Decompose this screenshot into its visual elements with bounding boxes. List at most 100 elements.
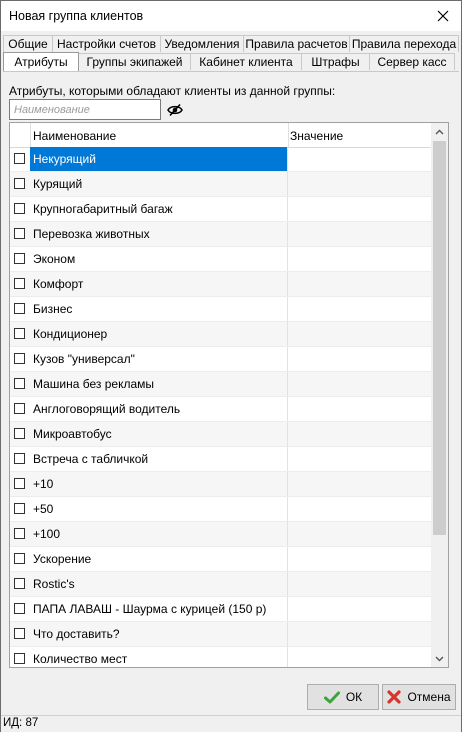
table-row[interactable]: Крупногабаритный багаж [10, 197, 432, 222]
column-divider[interactable] [288, 123, 289, 147]
row-checkbox[interactable] [14, 403, 25, 414]
row-value[interactable] [289, 272, 432, 296]
table-row[interactable]: Перевозка животных [10, 222, 432, 247]
tab-crew-groups[interactable]: Группы экипажей [78, 53, 191, 70]
table-row[interactable]: Эконом [10, 247, 432, 272]
row-value[interactable] [289, 572, 432, 596]
table-row[interactable]: Микроавтобус [10, 422, 432, 447]
row-value[interactable] [289, 247, 432, 271]
scroll-up-button[interactable] [431, 123, 448, 140]
row-name[interactable]: Перевозка животных [30, 222, 288, 246]
table-row[interactable]: Встреча с табличкой [10, 447, 432, 472]
table-row[interactable]: Комфорт [10, 272, 432, 297]
table-row[interactable]: +10 [10, 472, 432, 497]
close-button[interactable] [429, 3, 457, 29]
tab-notifications[interactable]: Уведомления [160, 35, 244, 52]
row-value[interactable] [289, 322, 432, 346]
scrollbar-thumb[interactable] [433, 141, 446, 535]
table-row[interactable]: Что доставить? [10, 622, 432, 647]
tab-fines[interactable]: Штрафы [301, 53, 370, 70]
tab-calc-rules[interactable]: Правила расчетов [243, 35, 350, 52]
row-name[interactable]: Микроавтобус [30, 422, 288, 446]
cancel-button[interactable]: Отмена [382, 684, 456, 710]
row-checkbox[interactable] [14, 353, 25, 364]
row-checkbox[interactable] [14, 653, 25, 664]
row-name[interactable]: +10 [30, 472, 288, 496]
row-value[interactable] [289, 422, 432, 446]
row-value[interactable] [289, 522, 432, 546]
row-value[interactable] [289, 622, 432, 646]
row-name[interactable]: +100 [30, 522, 288, 546]
row-name[interactable]: Курящий [30, 172, 288, 196]
row-name[interactable]: ПАПА ЛАВАШ - Шаурма с курицей (150 р) [30, 597, 288, 621]
table-row[interactable]: ПАПА ЛАВАШ - Шаурма с курицей (150 р) [10, 597, 432, 622]
row-checkbox[interactable] [14, 178, 25, 189]
row-checkbox[interactable] [14, 503, 25, 514]
show-hidden-toggle[interactable] [165, 100, 185, 120]
ok-button[interactable]: ОК [307, 684, 379, 710]
table-row[interactable]: Количество мест [10, 647, 432, 667]
table-row[interactable]: +50 [10, 497, 432, 522]
row-name[interactable]: Крупногабаритный багаж [30, 197, 288, 221]
row-checkbox[interactable] [14, 628, 25, 639]
table-row[interactable]: Англоговорящий водитель [10, 397, 432, 422]
row-value[interactable] [289, 497, 432, 521]
scroll-down-button[interactable] [431, 650, 448, 667]
row-value[interactable] [289, 147, 432, 171]
row-name[interactable]: Встреча с табличкой [30, 447, 288, 471]
tab-transition-rules[interactable]: Правила перехода [349, 35, 459, 52]
row-name[interactable]: Эконом [30, 247, 288, 271]
table-row[interactable]: Ускорение [10, 547, 432, 572]
row-checkbox[interactable] [14, 553, 25, 564]
row-checkbox[interactable] [14, 428, 25, 439]
table-row[interactable]: Курящий [10, 172, 432, 197]
row-name[interactable]: Некурящий [30, 147, 288, 171]
tab-client-cabinet[interactable]: Кабинет клиента [190, 53, 302, 70]
column-header-value[interactable]: Значение [290, 129, 343, 143]
row-value[interactable] [289, 397, 432, 421]
table-row[interactable]: Бизнес [10, 297, 432, 322]
row-name[interactable]: Кузов "универсал" [30, 347, 288, 371]
row-checkbox[interactable] [14, 153, 25, 164]
table-row[interactable]: Некурящий [10, 147, 432, 172]
row-checkbox[interactable] [14, 328, 25, 339]
row-value[interactable] [289, 547, 432, 571]
row-checkbox[interactable] [14, 228, 25, 239]
row-checkbox[interactable] [14, 478, 25, 489]
row-value[interactable] [289, 197, 432, 221]
row-checkbox[interactable] [14, 578, 25, 589]
row-value[interactable] [289, 347, 432, 371]
row-name[interactable]: Количество мест [30, 647, 288, 667]
row-value[interactable] [289, 372, 432, 396]
row-name[interactable]: Rostic's [30, 572, 288, 596]
row-name[interactable]: Англоговорящий водитель [30, 397, 288, 421]
tab-attributes[interactable]: Атрибуты [3, 52, 79, 71]
row-value[interactable] [289, 172, 432, 196]
row-value[interactable] [289, 647, 432, 667]
row-name[interactable]: Ускорение [30, 547, 288, 571]
column-header-name[interactable]: Наименование [33, 129, 116, 143]
row-value[interactable] [289, 222, 432, 246]
row-name[interactable]: Бизнес [30, 297, 288, 321]
table-row[interactable]: Машина без рекламы [10, 372, 432, 397]
row-checkbox[interactable] [14, 528, 25, 539]
row-name[interactable]: Что доставить? [30, 622, 288, 646]
row-name[interactable]: +50 [30, 497, 288, 521]
tab-cash-server[interactable]: Сервер касс [369, 53, 455, 70]
row-value[interactable] [289, 597, 432, 621]
row-checkbox[interactable] [14, 603, 25, 614]
row-value[interactable] [289, 447, 432, 471]
row-name[interactable]: Комфорт [30, 272, 288, 296]
table-row[interactable]: Rostic's [10, 572, 432, 597]
search-input[interactable] [9, 99, 161, 120]
row-checkbox[interactable] [14, 203, 25, 214]
table-row[interactable]: Кузов "универсал" [10, 347, 432, 372]
tab-general[interactable]: Общие [3, 35, 53, 52]
tab-account-settings[interactable]: Настройки счетов [52, 35, 161, 52]
row-value[interactable] [289, 297, 432, 321]
row-name[interactable]: Машина без рекламы [30, 372, 288, 396]
table-row[interactable]: +100 [10, 522, 432, 547]
row-name[interactable]: Кондиционер [30, 322, 288, 346]
row-checkbox[interactable] [14, 253, 25, 264]
row-value[interactable] [289, 472, 432, 496]
